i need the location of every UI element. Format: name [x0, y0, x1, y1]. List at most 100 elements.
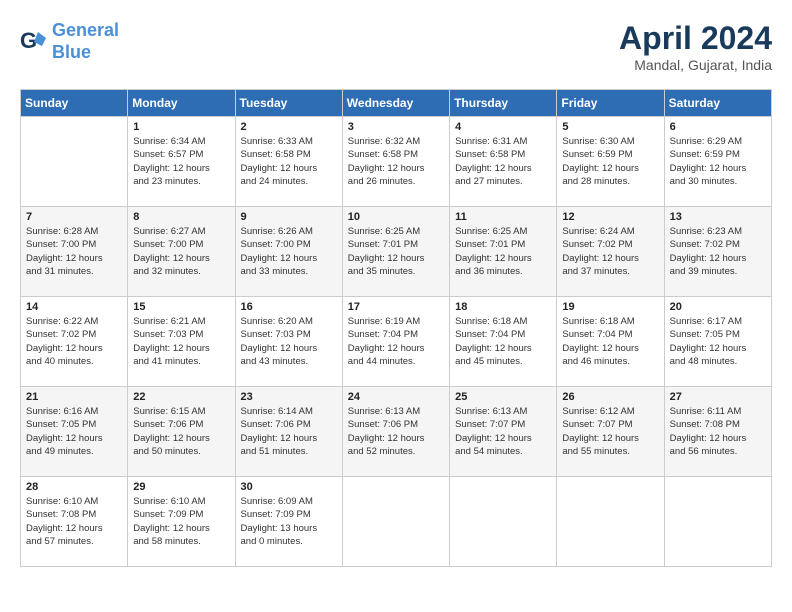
- day-info: Sunrise: 6:10 AM Sunset: 7:08 PM Dayligh…: [26, 495, 122, 548]
- day-info: Sunrise: 6:26 AM Sunset: 7:00 PM Dayligh…: [241, 225, 337, 278]
- day-info: Sunrise: 6:19 AM Sunset: 7:04 PM Dayligh…: [348, 315, 444, 368]
- day-cell: 23Sunrise: 6:14 AM Sunset: 7:06 PM Dayli…: [235, 387, 342, 477]
- day-number: 23: [241, 391, 337, 403]
- day-info: Sunrise: 6:33 AM Sunset: 6:58 PM Dayligh…: [241, 135, 337, 188]
- day-info: Sunrise: 6:16 AM Sunset: 7:05 PM Dayligh…: [26, 405, 122, 458]
- day-cell: 24Sunrise: 6:13 AM Sunset: 7:06 PM Dayli…: [342, 387, 449, 477]
- title-block: April 2024 Mandal, Gujarat, India: [619, 20, 772, 73]
- week-row-2: 7 Sunrise: 6:28 AM Sunset: 7:00 PM Daylig…: [21, 207, 772, 297]
- day-info: Sunrise: 6:21 AM Sunset: 7:03 PM Dayligh…: [133, 315, 229, 368]
- day-cell: 1 Sunrise: 6:34 AM Sunset: 6:57 PM Daylig…: [128, 117, 235, 207]
- day-info: Sunrise: 6:25 AM Sunset: 7:01 PM Dayligh…: [455, 225, 551, 278]
- page-header: G General Blue April 2024 Mandal, Gujara…: [20, 20, 772, 73]
- day-info: Sunrise: 6:25 AM Sunset: 7:01 PM Dayligh…: [348, 225, 444, 278]
- svg-text:G: G: [20, 28, 37, 53]
- day-cell: 7 Sunrise: 6:28 AM Sunset: 7:00 PM Daylig…: [21, 207, 128, 297]
- week-row-4: 21 Sunrise: 6:16 AM Sunset: 7:05 PM Dayli…: [21, 387, 772, 477]
- logo-line2: Blue: [52, 42, 91, 62]
- col-tuesday: Tuesday: [235, 90, 342, 117]
- day-cell: 3 Sunrise: 6:32 AM Sunset: 6:58 PM Daylig…: [342, 117, 449, 207]
- logo: G General Blue: [20, 20, 119, 63]
- day-cell: [557, 477, 664, 567]
- day-cell: 4 Sunrise: 6:31 AM Sunset: 6:58 PM Daylig…: [450, 117, 557, 207]
- week-row-1: 1 Sunrise: 6:34 AM Sunset: 6:57 PM Daylig…: [21, 117, 772, 207]
- day-info: Sunrise: 6:22 AM Sunset: 7:02 PM Dayligh…: [26, 315, 122, 368]
- day-info: Sunrise: 6:17 AM Sunset: 7:05 PM Dayligh…: [670, 315, 766, 368]
- day-cell: 30 Sunrise: 6:09 AM Sunset: 7:09 PM Dayli…: [235, 477, 342, 567]
- day-cell: 8Sunrise: 6:27 AM Sunset: 7:00 PM Daylig…: [128, 207, 235, 297]
- day-cell: 21 Sunrise: 6:16 AM Sunset: 7:05 PM Dayli…: [21, 387, 128, 477]
- col-monday: Monday: [128, 90, 235, 117]
- day-info: Sunrise: 6:28 AM Sunset: 7:00 PM Dayligh…: [26, 225, 122, 278]
- day-info: Sunrise: 6:23 AM Sunset: 7:02 PM Dayligh…: [670, 225, 766, 278]
- day-info: Sunrise: 6:34 AM Sunset: 6:57 PM Dayligh…: [133, 135, 229, 188]
- week-row-3: 14Sunrise: 6:22 AM Sunset: 7:02 PM Dayli…: [21, 297, 772, 387]
- day-info: Sunrise: 6:18 AM Sunset: 7:04 PM Dayligh…: [455, 315, 551, 368]
- day-number: 18: [455, 301, 551, 313]
- day-number: 5: [562, 121, 658, 133]
- day-cell: 14Sunrise: 6:22 AM Sunset: 7:02 PM Dayli…: [21, 297, 128, 387]
- logo-line1: General: [52, 20, 119, 40]
- day-number: 29: [133, 481, 229, 493]
- day-number: 25: [455, 391, 551, 403]
- day-number: 24: [348, 391, 444, 403]
- day-cell: 13 Sunrise: 6:23 AM Sunset: 7:02 PM Dayli…: [664, 207, 771, 297]
- day-cell: 10Sunrise: 6:25 AM Sunset: 7:01 PM Dayli…: [342, 207, 449, 297]
- day-number: 4: [455, 121, 551, 133]
- day-number: 16: [241, 301, 337, 313]
- calendar-table: Sunday Monday Tuesday Wednesday Thursday…: [20, 89, 772, 567]
- day-cell: 15 Sunrise: 6:21 AM Sunset: 7:03 PM Dayli…: [128, 297, 235, 387]
- location: Mandal, Gujarat, India: [619, 57, 772, 73]
- day-cell: [450, 477, 557, 567]
- day-info: Sunrise: 6:24 AM Sunset: 7:02 PM Dayligh…: [562, 225, 658, 278]
- day-number: 30: [241, 481, 337, 493]
- day-cell: [342, 477, 449, 567]
- day-cell: [21, 117, 128, 207]
- col-sunday: Sunday: [21, 90, 128, 117]
- col-friday: Friday: [557, 90, 664, 117]
- day-cell: 26Sunrise: 6:12 AM Sunset: 7:07 PM Dayli…: [557, 387, 664, 477]
- day-cell: 11 Sunrise: 6:25 AM Sunset: 7:01 PM Dayli…: [450, 207, 557, 297]
- day-number: 13: [670, 211, 766, 223]
- day-number: 2: [241, 121, 337, 133]
- day-cell: 18 Sunrise: 6:18 AM Sunset: 7:04 PM Dayli…: [450, 297, 557, 387]
- col-wednesday: Wednesday: [342, 90, 449, 117]
- day-number: 8: [133, 211, 229, 223]
- day-number: 9: [241, 211, 337, 223]
- day-number: 15: [133, 301, 229, 313]
- day-number: 19: [562, 301, 658, 313]
- day-number: 12: [562, 211, 658, 223]
- day-number: 11: [455, 211, 551, 223]
- day-cell: 16 Sunrise: 6:20 AM Sunset: 7:03 PM Dayli…: [235, 297, 342, 387]
- day-number: 6: [670, 121, 766, 133]
- logo-text: General Blue: [52, 20, 119, 63]
- day-number: 22: [133, 391, 229, 403]
- day-cell: 29 Sunrise: 6:10 AM Sunset: 7:09 PM Dayli…: [128, 477, 235, 567]
- day-number: 27: [670, 391, 766, 403]
- day-info: Sunrise: 6:18 AM Sunset: 7:04 PM Dayligh…: [562, 315, 658, 368]
- day-cell: 17 Sunrise: 6:19 AM Sunset: 7:04 PM Dayli…: [342, 297, 449, 387]
- logo-icon: G: [20, 28, 48, 56]
- day-cell: 12 Sunrise: 6:24 AM Sunset: 7:02 PM Dayli…: [557, 207, 664, 297]
- day-info: Sunrise: 6:20 AM Sunset: 7:03 PM Dayligh…: [241, 315, 337, 368]
- day-number: 28: [26, 481, 122, 493]
- day-cell: 22 Sunrise: 6:15 AM Sunset: 7:06 PM Dayli…: [128, 387, 235, 477]
- day-cell: [664, 477, 771, 567]
- day-number: 7: [26, 211, 122, 223]
- day-number: 3: [348, 121, 444, 133]
- day-info: Sunrise: 6:29 AM Sunset: 6:59 PM Dayligh…: [670, 135, 766, 188]
- day-number: 1: [133, 121, 229, 133]
- day-number: 17: [348, 301, 444, 313]
- day-number: 21: [26, 391, 122, 403]
- day-info: Sunrise: 6:12 AM Sunset: 7:07 PM Dayligh…: [562, 405, 658, 458]
- day-cell: 5 Sunrise: 6:30 AM Sunset: 6:59 PM Daylig…: [557, 117, 664, 207]
- day-info: Sunrise: 6:30 AM Sunset: 6:59 PM Dayligh…: [562, 135, 658, 188]
- day-info: Sunrise: 6:09 AM Sunset: 7:09 PM Dayligh…: [241, 495, 337, 548]
- day-info: Sunrise: 6:32 AM Sunset: 6:58 PM Dayligh…: [348, 135, 444, 188]
- day-info: Sunrise: 6:31 AM Sunset: 6:58 PM Dayligh…: [455, 135, 551, 188]
- header-row: Sunday Monday Tuesday Wednesday Thursday…: [21, 90, 772, 117]
- day-info: Sunrise: 6:10 AM Sunset: 7:09 PM Dayligh…: [133, 495, 229, 548]
- day-info: Sunrise: 6:15 AM Sunset: 7:06 PM Dayligh…: [133, 405, 229, 458]
- week-row-5: 28 Sunrise: 6:10 AM Sunset: 7:08 PM Dayli…: [21, 477, 772, 567]
- col-thursday: Thursday: [450, 90, 557, 117]
